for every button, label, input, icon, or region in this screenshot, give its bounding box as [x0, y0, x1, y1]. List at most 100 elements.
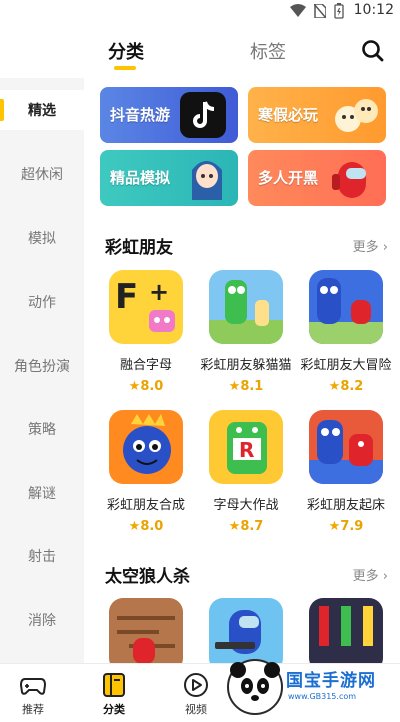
svg-text:F: F [115, 277, 138, 317]
svg-text:+: + [149, 278, 169, 306]
sidebar-item-label: 射击 [28, 549, 56, 565]
sidebar-item-shooter[interactable]: 射击 [0, 536, 84, 576]
sidebar-item-label: 模拟 [28, 231, 56, 247]
green-monster-icon [209, 280, 283, 344]
game-card[interactable] [300, 598, 392, 663]
main-content: 抖音热游 寒假必玩 精品模拟 多人开黑 彩虹朋友 更多 › F + 融合字母 ★… [84, 78, 400, 663]
sidebar-item-match[interactable]: 消除 [0, 600, 84, 640]
game-name: 彩虹朋友大冒险 [300, 358, 392, 373]
game-card[interactable]: 彩虹朋友躲猫猫 ★8.1 [200, 270, 292, 394]
section-title: 太空狼人杀 [105, 567, 190, 587]
section-more-link[interactable]: 更多 › [353, 565, 388, 584]
tab-category[interactable]: 分类 [108, 38, 144, 70]
game-icon [309, 410, 383, 484]
sidebar-item-roleplay[interactable]: 角色扮演 [0, 346, 84, 386]
category-book-icon [103, 673, 125, 697]
game-card[interactable]: 彩虹朋友合成 ★8.0 [100, 410, 192, 534]
gamepad-icon [20, 678, 46, 695]
game-rating: ★7.9 [328, 519, 364, 534]
battery-icon [334, 3, 344, 19]
nav-category[interactable]: 分类 [84, 672, 144, 717]
top-tab-bar: 分类 标签 [84, 30, 400, 74]
panda-logo-icon [227, 659, 283, 715]
section-more-link[interactable]: 更多 › [353, 236, 388, 255]
section-title: 彩虹朋友 [105, 238, 173, 258]
game-card[interactable]: 彩虹朋友起床 ★7.9 [300, 410, 392, 534]
banner-premium-simulation[interactable]: 精品模拟 [100, 150, 238, 206]
sidebar-item-simulation[interactable]: 模拟 [0, 218, 84, 258]
sidebar-item-casual[interactable]: 超休闲 [0, 154, 84, 194]
game-rating: ★8.7 [228, 519, 264, 534]
banner-label: 抖音热游 [110, 106, 171, 124]
game-name: 彩虹朋友躲猫猫 [200, 358, 292, 373]
letter-f-plus-icon: F + [115, 277, 175, 332]
sidebar-item-label: 超休闲 [21, 167, 63, 183]
game-icon [209, 598, 283, 663]
sidebar-item-label: 精选 [28, 103, 56, 119]
play-circle-icon [184, 673, 208, 697]
chevron-right-icon: › [382, 240, 388, 255]
site-watermark: 国宝手游网 www.GB315.com [226, 656, 396, 718]
search-icon[interactable] [360, 38, 386, 64]
cartoon-animals-illustration [335, 99, 378, 132]
watermark-url: www.GB315.com [288, 692, 357, 701]
game-icon: R [209, 410, 283, 484]
game-name: 字母大作战 [213, 498, 279, 513]
game-rating: ★8.0 [128, 519, 164, 534]
tab-tags-label: 标签 [250, 42, 286, 63]
status-icons [290, 3, 344, 19]
banner-multiplayer[interactable]: 多人开黑 [248, 150, 386, 206]
banner-douyin-hot[interactable]: 抖音热游 [100, 87, 238, 143]
sidebar-item-label: 策略 [28, 422, 56, 438]
game-card[interactable]: F + 融合字母 ★8.0 [100, 270, 192, 394]
game-card[interactable]: R 字母大作战 ★8.7 [200, 410, 292, 534]
sidebar-item-label: 角色扮演 [14, 359, 70, 375]
letter-r-monster-icon: R [227, 422, 267, 474]
sidebar-item-action[interactable]: 动作 [0, 282, 84, 322]
sidebar-item-puzzle[interactable]: 解谜 [0, 473, 84, 513]
game-card[interactable]: 彩虹朋友大冒险 ★8.2 [300, 270, 392, 394]
tab-active-indicator [114, 66, 136, 70]
watermark-text: 国宝手游网 [286, 671, 376, 691]
game-name: 融合字母 [119, 358, 172, 373]
crewmate-race-icon [319, 606, 373, 646]
blue-creature-icon [123, 414, 171, 474]
star-icon: ★ [328, 519, 341, 534]
game-icon: F + [109, 270, 183, 344]
game-icon [309, 598, 383, 663]
game-name: 彩虹朋友合成 [106, 498, 185, 513]
banner-label: 寒假必玩 [258, 106, 319, 124]
blue-monster-icon [309, 278, 383, 344]
status-bar: 10:12 [0, 0, 400, 22]
game-rating: ★8.0 [128, 379, 164, 394]
nav-label: 分类 [103, 703, 125, 716]
sidebar-item-label: 解谜 [28, 486, 56, 502]
game-icon [109, 598, 183, 663]
nav-recommend[interactable]: 推荐 [3, 672, 63, 717]
game-icon [209, 270, 283, 344]
no-sim-icon [314, 4, 326, 18]
game-card[interactable] [100, 598, 192, 663]
sidebar-item-featured[interactable]: 精选 [0, 90, 84, 130]
banner-winter-must-play[interactable]: 寒假必玩 [248, 87, 386, 143]
tab-tags[interactable]: 标签 [250, 38, 286, 64]
sidebar-item-label: 消除 [28, 613, 56, 629]
wifi-icon [290, 4, 306, 17]
sidebar-item-strategy[interactable]: 策略 [0, 409, 84, 449]
nav-video[interactable]: 视频 [166, 672, 226, 717]
game-icon [109, 410, 183, 484]
more-label: 更多 [352, 240, 379, 255]
among-us-crewmate-icon [332, 162, 366, 198]
game-icon [309, 270, 383, 344]
svg-text:R: R [239, 438, 254, 462]
sidebar-item-label: 动作 [28, 295, 56, 311]
star-icon: ★ [128, 519, 141, 534]
tab-category-label: 分类 [108, 42, 144, 63]
maze-crewmate-icon [117, 616, 175, 663]
nav-label: 视频 [185, 703, 207, 716]
star-icon: ★ [128, 379, 141, 394]
game-rating: ★8.1 [228, 379, 264, 394]
tiktok-logo-icon [180, 92, 226, 138]
game-card[interactable] [200, 598, 292, 663]
more-label: 更多 [352, 569, 379, 584]
